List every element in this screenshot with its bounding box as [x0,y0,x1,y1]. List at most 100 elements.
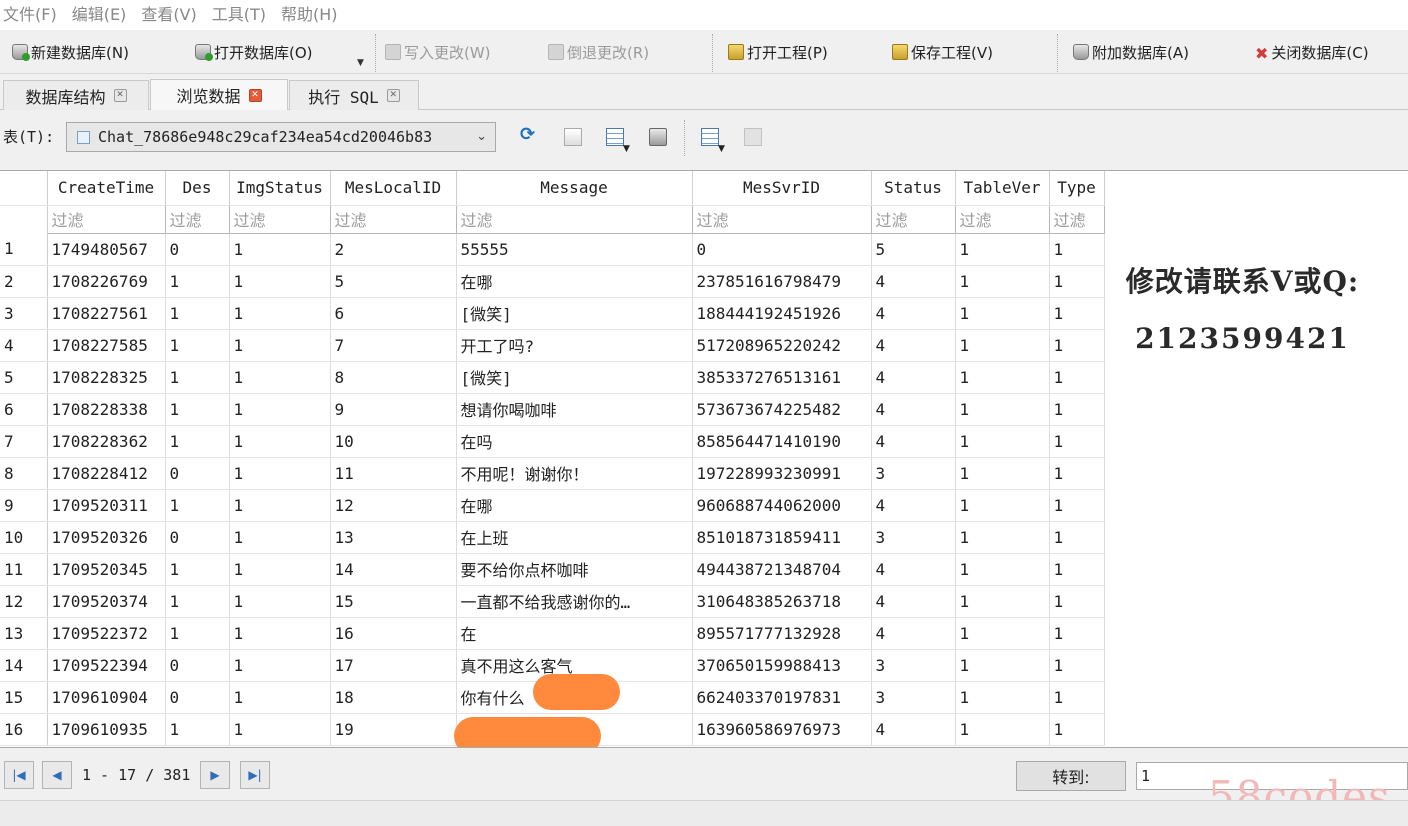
table-row[interactable]: 12 1709520374 1 1 15 一直都不给我感谢你的… 3106483852637… [0,585,1105,618]
revert-changes-button[interactable]: 倒退更改(R) [548,40,649,64]
table-cell[interactable]: 11 [330,457,457,490]
insert-record-dropdown-icon[interactable]: ▼ [718,144,725,154]
table-cell[interactable]: 在吗 [456,425,693,458]
table-cell[interactable]: 0 [165,649,230,682]
row-number[interactable]: 8 [0,457,48,490]
close-tab-icon[interactable]: ✕ [248,88,262,102]
table-cell[interactable]: 1 [955,713,1050,746]
table-cell[interactable]: 1 [165,265,230,298]
table-cell[interactable]: 1 [229,617,331,650]
table-cell[interactable]: 在 [456,617,693,650]
table-cell[interactable]: 494438721348704 [692,553,872,586]
row-number[interactable]: 5 [0,361,48,394]
table-cell[interactable]: 在哪 [456,489,693,522]
table-cell[interactable]: 1 [955,489,1050,522]
table-cell[interactable]: 1 [1049,457,1105,490]
row-number[interactable]: 11 [0,553,48,586]
table-cell[interactable]: 12 [330,489,457,522]
table-cell[interactable]: 1708228412 [47,457,166,490]
clear-filter-icon[interactable] [564,128,582,146]
table-cell[interactable]: 6 [330,297,457,330]
table-cell[interactable]: 163960586976973 [692,713,872,746]
table-cell[interactable]: 1 [1049,617,1105,650]
table-cell[interactable]: 385337276513161 [692,361,872,394]
column-header[interactable]: Type [1049,171,1105,206]
table-row[interactable]: 13 1709522372 1 1 16 在 895571777132928 4 1 1 [0,617,1105,650]
table-cell[interactable]: 1 [955,553,1050,586]
table-cell[interactable]: 4 [871,297,956,330]
row-number[interactable]: 12 [0,585,48,618]
save-project-button[interactable]: 保存工程(V) [892,40,993,64]
table-cell[interactable]: 1 [229,425,331,458]
table-cell[interactable]: 1 [229,553,331,586]
table-row[interactable]: 5 1708228325 1 1 8 [微笑] 385337276513161 4 1 1 [0,361,1105,394]
table-cell[interactable]: 1 [229,393,331,426]
table-row[interactable]: 3 1708227561 1 1 6 [微笑] 188444192451926 4 1 1 [0,297,1105,330]
table-cell[interactable]: 1 [165,553,230,586]
row-number[interactable]: 16 [0,713,48,746]
row-number[interactable]: 6 [0,393,48,426]
table-cell[interactable]: 1 [229,233,331,266]
table-cell[interactable]: 3 [871,521,956,554]
table-cell[interactable]: 不用呢！谢谢你！ [456,457,693,490]
column-header[interactable]: ImgStatus [229,171,331,206]
table-row[interactable]: 4 1708227585 1 1 7 开工了吗? 517208965220242 4 1 1 [0,329,1105,362]
table-cell[interactable]: 10 [330,425,457,458]
table-cell[interactable]: 13 [330,521,457,554]
table-cell[interactable]: 1 [955,265,1050,298]
table-cell[interactable]: 4 [871,265,956,298]
tab-execute-sql[interactable]: 执行 SQL ✕ [289,80,419,110]
table-cell[interactable]: 1749480567 [47,233,166,266]
close-tab-icon[interactable]: ✕ [386,89,400,102]
column-header[interactable]: MesLocalID [330,171,457,206]
table-cell[interactable]: 188444192451926 [692,297,872,330]
table-cell[interactable]: 开工了吗? [456,329,693,362]
table-cell[interactable]: 4 [871,617,956,650]
table-cell[interactable]: 1 [229,457,331,490]
column-header[interactable]: Des [165,171,230,206]
table-cell[interactable]: 1 [165,585,230,618]
table-cell[interactable]: 0 [692,233,872,266]
table-cell[interactable]: 1 [955,585,1050,618]
open-database-dropdown-icon[interactable]: ▼ [357,58,364,68]
table-cell[interactable]: [微笑] [456,361,693,394]
row-number[interactable]: 9 [0,489,48,522]
table-cell[interactable]: 1 [1049,393,1105,426]
close-database-button[interactable]: ✖ 关闭数据库(C) [1255,40,1369,64]
filter-input[interactable]: 过滤 [691,204,872,234]
column-header[interactable]: MesSvrID [692,171,872,206]
table-cell[interactable]: 1 [955,297,1050,330]
table-cell[interactable]: 1 [955,361,1050,394]
table-cell[interactable]: 15 [330,585,457,618]
table-cell[interactable]: 1 [955,617,1050,650]
insert-record-icon[interactable] [701,128,719,146]
table-cell[interactable]: 1 [1049,265,1105,298]
table-cell[interactable]: 1 [955,521,1050,554]
table-cell[interactable]: 18 [330,681,457,714]
table-cell[interactable]: 1709610904 [47,681,166,714]
table-cell[interactable]: 1708228338 [47,393,166,426]
corner-cell[interactable] [0,171,48,206]
table-cell[interactable]: 1709520374 [47,585,166,618]
table-cell[interactable]: 1 [955,457,1050,490]
table-row[interactable]: 6 1708228338 1 1 9 想请你喝咖啡 573673674225482 4 1 1 [0,393,1105,426]
table-cell[interactable]: 1 [1049,425,1105,458]
table-cell[interactable]: 1 [165,361,230,394]
row-number[interactable]: 3 [0,297,48,330]
table-cell[interactable]: 14 [330,553,457,586]
table-cell[interactable]: 在哪 [456,265,693,298]
table-cell[interactable]: 1 [229,361,331,394]
row-number[interactable]: 14 [0,649,48,682]
table-cell[interactable]: 1 [165,297,230,330]
table-cell[interactable]: 1 [1049,649,1105,682]
table-cell[interactable]: 0 [165,681,230,714]
table-cell[interactable]: 4 [871,489,956,522]
table-cell[interactable]: 1709610935 [47,713,166,746]
table-cell[interactable]: 1708226769 [47,265,166,298]
save-view-dropdown-icon[interactable]: ▼ [623,144,630,154]
table-cell[interactable]: 16 [330,617,457,650]
tab-browse-data[interactable]: 浏览数据 ✕ [150,79,288,110]
table-cell[interactable]: 0 [165,233,230,266]
table-cell[interactable]: 1 [955,233,1050,266]
table-cell[interactable]: 想请你喝咖啡 [456,393,693,426]
